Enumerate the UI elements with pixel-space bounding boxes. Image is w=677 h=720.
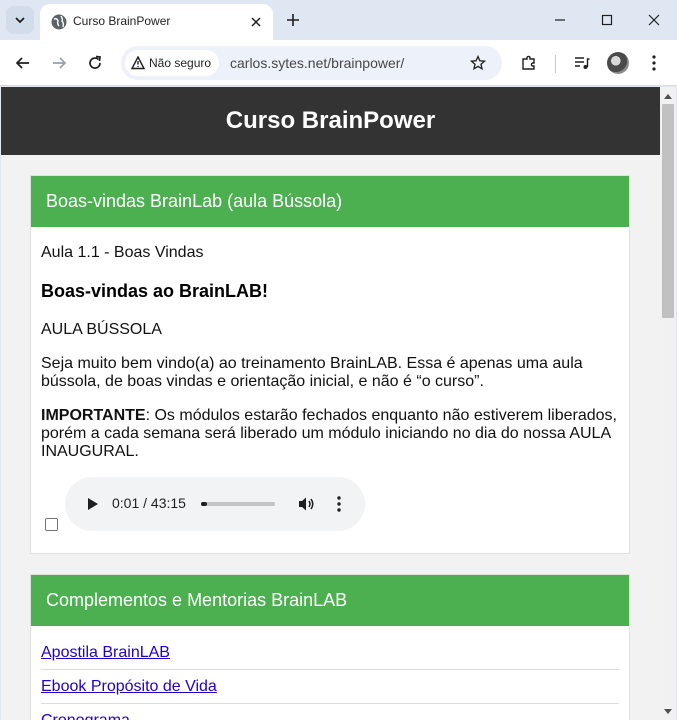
- tab-close-button[interactable]: [246, 12, 266, 32]
- play-button[interactable]: [81, 492, 105, 516]
- arrow-right-icon: [53, 57, 67, 69]
- new-tab-button[interactable]: [281, 8, 305, 32]
- audio-seek-slider[interactable]: [201, 502, 275, 506]
- complements-card: Complementos e Mentorias BrainLAB Aposti…: [30, 574, 630, 720]
- warning-icon: [131, 56, 145, 70]
- lesson-complete-checkbox[interactable]: [45, 518, 58, 531]
- back-button[interactable]: [9, 49, 37, 77]
- profile-avatar[interactable]: [607, 52, 629, 74]
- scroll-up-button[interactable]: [660, 88, 676, 104]
- important-label: IMPORTANTE: [41, 407, 146, 424]
- volume-button[interactable]: [295, 492, 319, 516]
- browser-tab-active[interactable]: Curso BrainPower: [40, 4, 273, 40]
- lesson-card-title: Boas-vindas BrainLab (aula Bússola): [46, 191, 343, 211]
- maximize-icon: [601, 14, 613, 26]
- toolbar-separator: [555, 55, 556, 73]
- list-item: Ebook Propósito de Vida: [41, 670, 619, 704]
- reload-button[interactable]: [81, 49, 109, 77]
- important-paragraph: IMPORTANTE: Os módulos estarão fechados …: [41, 407, 621, 461]
- browser-menu-button[interactable]: [640, 49, 668, 77]
- link-cronograma[interactable]: Cronograma: [41, 712, 130, 720]
- browser-titlebar: Curso BrainPower: [0, 0, 677, 40]
- vertical-scrollbar[interactable]: [660, 87, 676, 720]
- globe-icon: [51, 14, 67, 30]
- audio-time: 0:01 / 43:15: [112, 495, 186, 511]
- browser-toolbar: Não seguro carlos.sytes.net/brainpower/: [0, 40, 677, 86]
- close-window-button[interactable]: [631, 4, 677, 36]
- triangle-up-icon: [664, 93, 672, 99]
- list-item: Cronograma: [41, 704, 619, 720]
- lesson-heading: Boas-vindas ao BrainLAB!: [41, 281, 269, 301]
- address-bar[interactable]: Não seguro carlos.sytes.net/brainpower/: [121, 46, 502, 80]
- close-icon: [648, 14, 660, 26]
- star-icon: [470, 55, 486, 71]
- url-text: carlos.sytes.net/brainpower/: [230, 55, 405, 71]
- security-chip[interactable]: Não seguro: [125, 50, 220, 76]
- security-label: Não seguro: [149, 56, 212, 70]
- scroll-thumb[interactable]: [662, 104, 674, 318]
- site-title: Curso BrainPower: [225, 107, 436, 134]
- audio-options-button[interactable]: [327, 492, 351, 516]
- maximize-button[interactable]: [584, 4, 630, 36]
- complements-card-title: Complementos e Mentorias BrainLAB: [46, 590, 348, 610]
- tab-title: Curso BrainPower: [73, 14, 171, 28]
- chevron-down-icon: [15, 17, 25, 24]
- more-vertical-icon: [337, 496, 341, 512]
- media-control-button[interactable]: [568, 49, 596, 77]
- more-vertical-icon: [652, 55, 656, 71]
- audio-player: 0:01 / 43:15: [65, 477, 365, 531]
- link-ebook[interactable]: Ebook Propósito de Vida: [41, 678, 217, 696]
- complements-card-header: Complementos e Mentorias BrainLAB: [31, 575, 629, 626]
- welcome-paragraph: Seja muito bem vindo(a) ao treinamento B…: [41, 355, 583, 390]
- reload-icon: [89, 55, 101, 69]
- volume-icon: [299, 497, 314, 511]
- lesson-card: Boas-vindas BrainLab (aula Bússola) Aula…: [30, 175, 630, 554]
- play-icon: [88, 498, 98, 510]
- page-viewport: Curso BrainPower Boas-vindas BrainLab (a…: [1, 87, 676, 720]
- list-item: Apostila BrainLAB: [41, 636, 619, 670]
- bookmark-button[interactable]: [466, 51, 490, 75]
- triangle-down-icon: [664, 708, 672, 714]
- puzzle-icon: [522, 55, 535, 70]
- site-header: Curso BrainPower: [1, 87, 660, 155]
- minimize-icon: [555, 19, 565, 21]
- lesson-subheading: AULA BÚSSOLA: [41, 321, 162, 338]
- link-apostila[interactable]: Apostila BrainLAB: [41, 644, 170, 662]
- forward-button[interactable]: [45, 49, 73, 77]
- extensions-button[interactable]: [515, 49, 543, 77]
- arrow-left-icon: [15, 57, 29, 69]
- scroll-down-button[interactable]: [660, 703, 676, 719]
- audio-progress-fill: [201, 502, 207, 506]
- close-icon: [251, 17, 261, 27]
- lesson-card-header: Boas-vindas BrainLab (aula Bússola): [31, 176, 629, 227]
- playlist-icon: [575, 57, 590, 69]
- lesson-label: Aula 1.1 - Boas Vindas: [41, 244, 204, 261]
- plus-icon: [287, 14, 299, 26]
- minimize-button[interactable]: [537, 4, 583, 36]
- tab-search-button[interactable]: [6, 6, 34, 34]
